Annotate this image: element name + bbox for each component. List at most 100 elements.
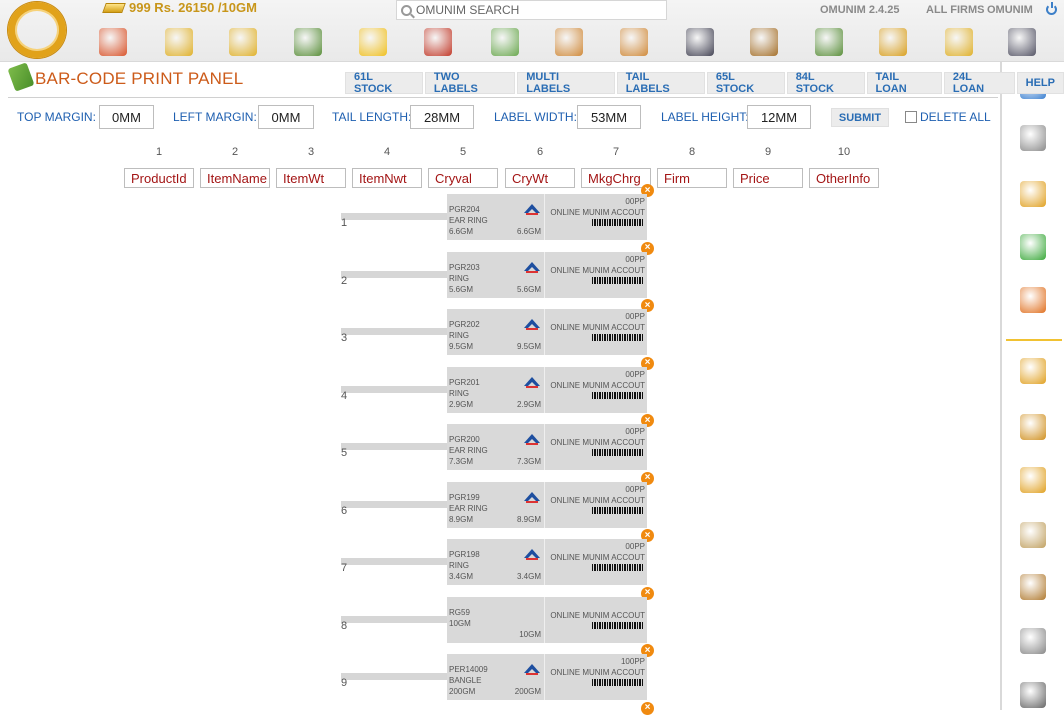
- panel-tabs: 61L STOCK TWO LABELS MULTI LABELS TAIL LABE…: [345, 71, 1064, 95]
- field-cryval[interactable]: Cryval: [428, 168, 498, 188]
- label-firm: ONLINE MUNIM ACCOUT: [550, 208, 645, 217]
- gold-coins-icon[interactable]: [229, 28, 257, 56]
- search-icon: [401, 4, 412, 16]
- hierarchy-icon[interactable]: [1020, 181, 1046, 207]
- tail-length-input[interactable]: 28MM: [410, 105, 474, 129]
- field-itemname[interactable]: ItemName: [200, 168, 270, 188]
- label-right-panel: 00PP ONLINE MUNIM ACCOUT: [545, 194, 647, 240]
- all-firms-link[interactable]: ALL FIRMS: [926, 4, 984, 16]
- column-number: 10: [837, 146, 851, 158]
- cash-stack-icon[interactable]: [815, 28, 843, 56]
- left-margin-input[interactable]: 0MM: [258, 105, 314, 129]
- label-right-panel: 00PP ONLINE MUNIM ACCOUT: [545, 252, 647, 298]
- barcode-label[interactable]: PGR204 EAR RING 6.6GM 6.6GM 00PP ONLINE MUNIM…: [447, 194, 647, 240]
- tab-84l-stock[interactable]: 84L STOCK: [786, 71, 865, 95]
- power-icon[interactable]: [1046, 2, 1057, 15]
- notebook-icon[interactable]: [1020, 414, 1046, 440]
- calculator-icon[interactable]: [1020, 682, 1046, 708]
- hammer-icon[interactable]: [424, 28, 452, 56]
- user-icon[interactable]: [555, 28, 583, 56]
- column-number: 7: [612, 146, 620, 158]
- column-number: 2: [231, 146, 239, 158]
- field-productid[interactable]: ProductId: [124, 168, 194, 188]
- agent-icon[interactable]: [686, 28, 714, 56]
- remove-label-icon[interactable]: ×: [641, 701, 654, 715]
- label-firm: ONLINE MUNIM ACCOUT: [550, 553, 645, 562]
- label-height-input[interactable]: 12MM: [747, 105, 811, 129]
- tab-65l-stock[interactable]: 65L STOCK: [706, 71, 785, 95]
- label-net-weight: 7.3GM: [516, 457, 541, 466]
- stopwatch-icon[interactable]: [1020, 628, 1046, 654]
- barcode-label[interactable]: PER14009 BANGLE 200GM 200GM 100PP ONLINE MUNI…: [447, 654, 647, 700]
- settings-gear-icon[interactable]: [1020, 125, 1046, 151]
- hammer-icon-glyph: [424, 28, 452, 56]
- left-margin-label: LEFT MARGIN:: [173, 110, 257, 124]
- barcode-label[interactable]: PGR202 RING 9.5GM 9.5GM 00PP ONLINE MUNIM ACC…: [447, 309, 647, 355]
- stats-icon[interactable]: [1020, 467, 1046, 493]
- user-name[interactable]: OMUNIM: [987, 4, 1033, 16]
- barcode-label[interactable]: RG59 10GM 10GM ONLINE MUNIM ACCOUT: [447, 596, 647, 643]
- barcode-label[interactable]: PGR199 EAR RING 8.9GM 8.9GM 00PP ONLINE MUNIM…: [447, 481, 647, 528]
- people-icon[interactable]: [1020, 522, 1046, 548]
- brand-logo-icon: [524, 319, 540, 331]
- top-margin-input[interactable]: 0MM: [99, 105, 154, 129]
- barcode-label[interactable]: PGR203 RING 5.6GM 5.6GM 00PP ONLINE MUNIM ACC…: [447, 251, 647, 298]
- field-mkgchrg[interactable]: MkgChrg: [581, 168, 651, 188]
- column-number: 5: [459, 146, 467, 158]
- barcode-graphic: [592, 334, 644, 341]
- field-otherinfo[interactable]: OtherInfo: [809, 168, 879, 188]
- field-itemnwt[interactable]: ItemNwt: [352, 168, 422, 188]
- coins-hand-icon[interactable]: [879, 28, 907, 56]
- add-gold-icon[interactable]: [165, 28, 193, 56]
- sms-icon[interactable]: [1020, 234, 1046, 260]
- page-title: BAR-CODE PRINT PANEL: [35, 69, 244, 88]
- right-sidebar: [1000, 62, 1064, 710]
- search-input[interactable]: OMUNIM SEARCH: [396, 0, 667, 20]
- label-row-number: 2: [341, 274, 348, 287]
- label-tail: [341, 443, 447, 450]
- stock-chart-icon[interactable]: [945, 28, 973, 56]
- tab-multi-labels[interactable]: MULTI LABELS: [517, 71, 615, 95]
- label-row-number: 1: [341, 217, 348, 229]
- tab-tail-labels[interactable]: TAIL LABELS: [616, 71, 705, 95]
- delete-all-checkbox[interactable]: [905, 111, 917, 123]
- barcode-label[interactable]: PGR200 EAR RING 7.3GM 7.3GM 00PP ONLINE MUNIM…: [447, 424, 647, 470]
- label-firm: ONLINE MUNIM ACCOUT: [550, 610, 645, 620]
- app-logo[interactable]: [8, 2, 66, 58]
- calculator-icon[interactable]: [1008, 28, 1036, 56]
- brand-logo-icon: [524, 549, 540, 561]
- search-placeholder: OMUNIM SEARCH: [416, 3, 520, 17]
- barcode-label[interactable]: PGR201 RING 2.9GM 2.9GM 00PP ONLINE MUNIM ACC…: [447, 366, 647, 413]
- home-icon[interactable]: [99, 28, 127, 56]
- tab-tail-loan[interactable]: TAIL LOAN: [866, 71, 942, 95]
- label-left-panel: PGR201 RING 2.9GM 2.9GM: [447, 366, 545, 413]
- tab-two-labels[interactable]: TWO LABELS: [424, 71, 516, 95]
- submit-button[interactable]: SUBMIT: [831, 108, 889, 127]
- add-user-icon[interactable]: [620, 28, 648, 56]
- field-price[interactable]: Price: [733, 168, 803, 188]
- field-crywt[interactable]: CryWt: [505, 168, 575, 188]
- label-width-input[interactable]: 53MM: [577, 105, 641, 129]
- tab-61l-stock[interactable]: 61L STOCK: [345, 71, 423, 95]
- calendar-icon[interactable]: [1020, 287, 1046, 313]
- ledger-icon[interactable]: [1020, 358, 1046, 384]
- label-height-label: LABEL HEIGHT:: [661, 110, 749, 124]
- money-icon[interactable]: [491, 28, 519, 56]
- tab-help[interactable]: HELP: [1016, 72, 1064, 94]
- tab-24l-loan[interactable]: 24L LOAN: [943, 71, 1015, 95]
- money-bag-icon[interactable]: [750, 28, 778, 56]
- scale-icon[interactable]: [1020, 574, 1046, 600]
- label-left-panel: PER14009 BANGLE 200GM 200GM: [447, 654, 545, 700]
- label-item-name: EAR RING: [449, 216, 488, 225]
- new-badge-icon[interactable]: [359, 28, 387, 56]
- field-itemwt[interactable]: ItemWt: [276, 168, 346, 188]
- calculator-icon-glyph: [1008, 28, 1036, 56]
- label-tail: [341, 213, 447, 220]
- barcode-label[interactable]: PGR198 RING 3.4GM 3.4GM 00PP ONLINE MUNIM ACC…: [447, 539, 647, 585]
- payment-icon[interactable]: [294, 28, 322, 56]
- field-firm[interactable]: Firm: [657, 168, 727, 188]
- label-net-weight: 2.9GM: [516, 399, 541, 409]
- label-right-panel: 00PP ONLINE MUNIM ACCOUT: [545, 424, 647, 470]
- barcode-graphic: [592, 449, 644, 456]
- brand-logo-icon: [524, 204, 540, 216]
